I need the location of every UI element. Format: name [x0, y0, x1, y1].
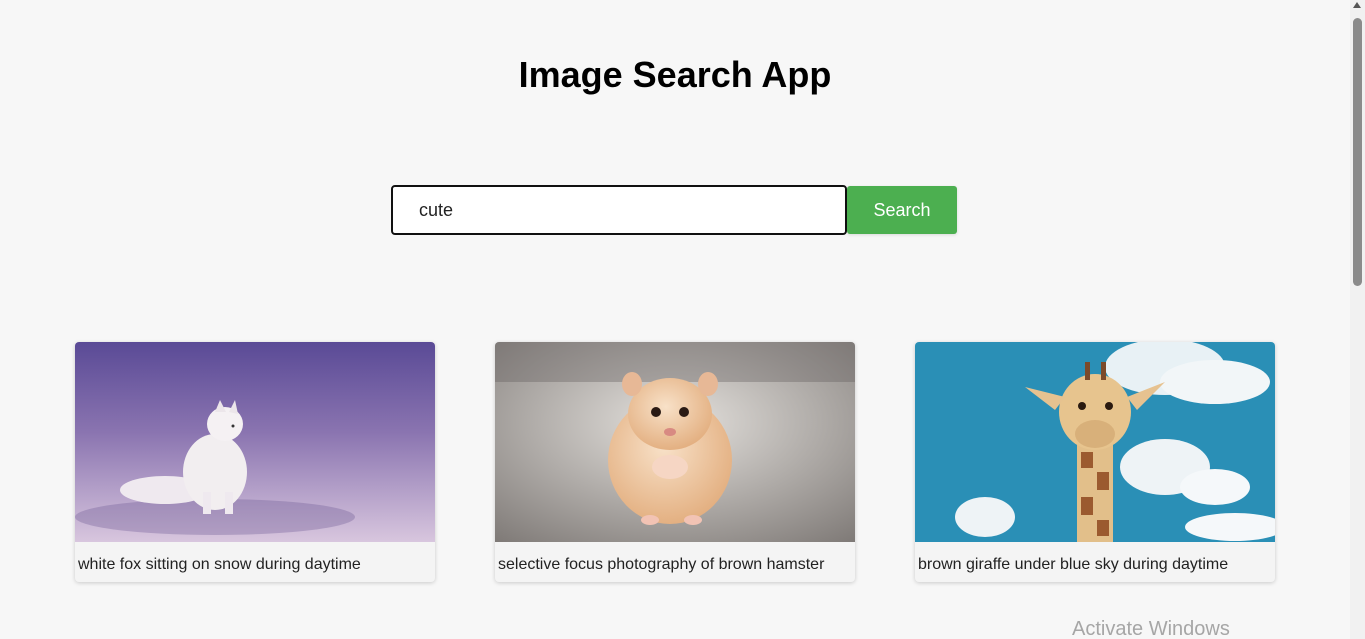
vertical-scrollbar[interactable] — [1350, 0, 1365, 639]
result-card[interactable]: selective focus photography of brown ham… — [495, 342, 855, 582]
result-caption: white fox sitting on snow during daytime — [78, 556, 361, 573]
search-input[interactable] — [391, 185, 847, 235]
page-title: Image Search App — [518, 54, 832, 95]
result-image-fox[interactable] — [75, 342, 435, 542]
search-form: Search — [391, 185, 957, 235]
scroll-up-arrow-icon[interactable] — [1353, 2, 1361, 8]
search-button[interactable]: Search — [847, 186, 957, 234]
activate-windows-watermark: Activate Windows — [1072, 618, 1230, 639]
result-card[interactable]: brown giraffe under blue sky during dayt… — [915, 342, 1275, 582]
results-grid: white fox sitting on snow during daytime — [75, 342, 1275, 582]
page: Image Search App Search — [0, 0, 1365, 639]
scrollbar-thumb[interactable] — [1353, 18, 1362, 286]
result-image-giraffe[interactable] — [915, 342, 1275, 542]
result-image-hamster[interactable] — [495, 342, 855, 542]
result-caption: brown giraffe under blue sky during dayt… — [918, 556, 1229, 573]
result-caption: selective focus photography of brown ham… — [498, 556, 825, 573]
result-card[interactable]: white fox sitting on snow during daytime — [75, 342, 435, 582]
